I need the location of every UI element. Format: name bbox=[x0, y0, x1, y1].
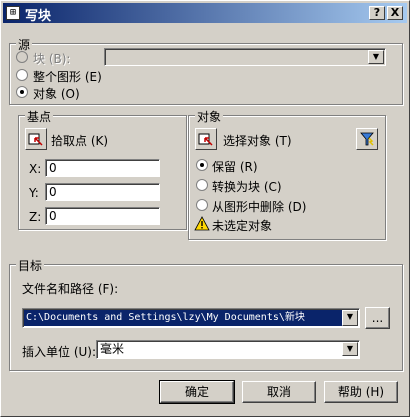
destination-group-label: 目标 bbox=[16, 257, 45, 274]
quick-select-button[interactable] bbox=[356, 128, 378, 150]
source-group: 源 块 (B): ▼ 整个图形 (E) 对象 (O) bbox=[9, 36, 403, 105]
delete-from-drawing-radio[interactable] bbox=[196, 199, 208, 211]
insert-units-value: 毫米 bbox=[100, 342, 125, 356]
select-objects-label[interactable]: 选择对象 (T) bbox=[223, 132, 292, 149]
entire-drawing-radio[interactable] bbox=[16, 69, 28, 81]
x-field[interactable]: 0 bbox=[45, 159, 160, 177]
pick-point-label[interactable]: 拾取点 (K) bbox=[51, 132, 108, 149]
convert-to-block-label[interactable]: 转换为块 (C) bbox=[212, 178, 282, 195]
objects-group-label: 对象 bbox=[195, 108, 224, 125]
pick-point-button[interactable] bbox=[25, 128, 47, 150]
file-path-value: C:\Documents and Settings\lzy\My Documen… bbox=[24, 310, 344, 326]
block-name-combo: ▼ bbox=[104, 48, 386, 66]
file-path-label: 文件名和路径 (F): bbox=[22, 282, 119, 296]
x-label: X: bbox=[29, 162, 42, 176]
title-bar[interactable]: ⊞ 写块 ? X bbox=[3, 3, 407, 24]
y-label: Y: bbox=[29, 186, 39, 200]
objects-radio-label[interactable]: 对象 (O) bbox=[33, 85, 80, 102]
filter-icon bbox=[360, 132, 374, 146]
select-objects-icon bbox=[198, 133, 213, 146]
insert-units-combo[interactable]: 毫米 ▼ bbox=[96, 340, 360, 359]
window-title: 写块 bbox=[25, 9, 52, 24]
close-button[interactable]: X bbox=[387, 6, 403, 20]
write-block-dialog: ⊞ 写块 ? X 源 块 (B): ▼ 整个图形 (E) 对象 (O) 基点 拾… bbox=[0, 0, 410, 417]
retain-label[interactable]: 保留 (R) bbox=[212, 158, 258, 175]
help-button[interactable]: 帮助 (H) bbox=[324, 381, 398, 403]
pick-point-icon bbox=[28, 133, 43, 146]
chevron-down-icon: ▼ bbox=[368, 50, 384, 64]
convert-to-block-radio[interactable] bbox=[196, 179, 208, 191]
select-objects-button[interactable] bbox=[195, 128, 217, 150]
objects-radio[interactable] bbox=[16, 86, 28, 98]
cancel-button[interactable]: 取消 bbox=[242, 381, 316, 403]
delete-from-drawing-label[interactable]: 从图形中删除 (D) bbox=[212, 198, 306, 215]
insert-units-label: 插入单位 (U): bbox=[22, 345, 97, 359]
z-field[interactable]: 0 bbox=[45, 207, 160, 225]
base-point-group: 基点 拾取点 (K) X: 0 Y: 0 Z: 0 bbox=[18, 108, 187, 230]
chevron-down-icon[interactable]: ▼ bbox=[342, 310, 358, 326]
base-point-group-label: 基点 bbox=[25, 108, 54, 125]
block-radio bbox=[16, 51, 28, 63]
objects-group: 对象 选择对象 (T) 保留 (R) 转换为块 (C) 从图形中删除 (D) 未… bbox=[188, 108, 386, 240]
y-field[interactable]: 0 bbox=[45, 183, 160, 201]
app-icon: ⊞ bbox=[6, 6, 20, 20]
help-title-button[interactable]: ? bbox=[369, 6, 385, 20]
block-radio-label: 块 (B): bbox=[33, 52, 71, 66]
warning-icon bbox=[194, 216, 210, 231]
z-label: Z: bbox=[29, 210, 42, 224]
destination-group: 目标 文件名和路径 (F): C:\Documents and Settings… bbox=[9, 257, 403, 371]
ok-button[interactable]: 确定 bbox=[159, 380, 235, 404]
retain-radio[interactable] bbox=[196, 159, 208, 171]
browse-button[interactable]: ... bbox=[365, 307, 390, 329]
warning-text: 未选定对象 bbox=[212, 219, 273, 233]
chevron-down-icon[interactable]: ▼ bbox=[342, 342, 358, 356]
entire-drawing-label[interactable]: 整个图形 (E) bbox=[33, 68, 102, 85]
file-path-combo[interactable]: C:\Documents and Settings\lzy\My Documen… bbox=[22, 308, 360, 328]
